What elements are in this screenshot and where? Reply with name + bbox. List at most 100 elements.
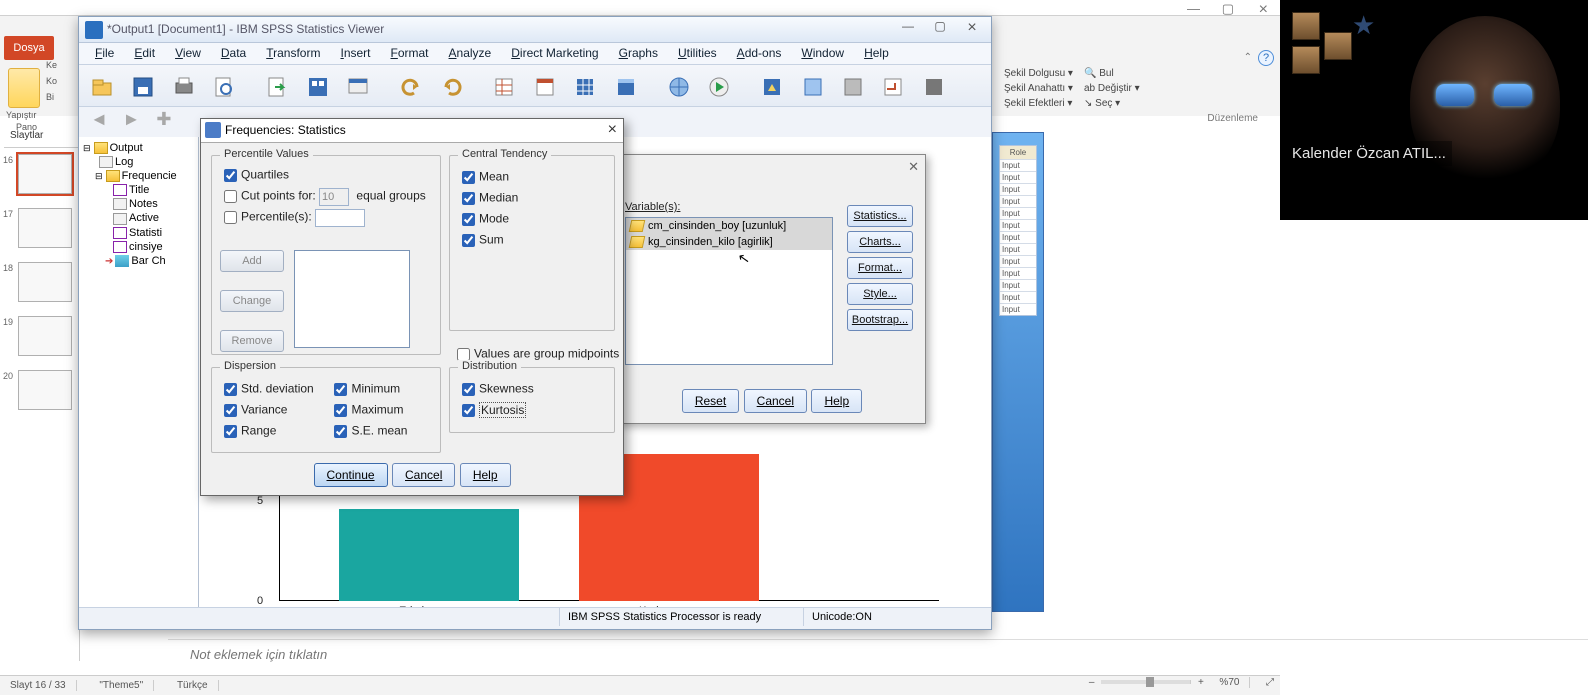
select-cases-icon[interactable] [608, 69, 642, 103]
slide-thumbnails[interactable]: 16 17 18 19 20 [0, 148, 80, 661]
preview-icon[interactable] [206, 69, 240, 103]
tree-item[interactable]: Frequencie [122, 170, 177, 182]
menu-insert[interactable]: Insert [330, 43, 380, 63]
variable-row[interactable]: cm_cinsinden_boy [uzunluk] [626, 218, 832, 234]
spss-toolbar[interactable] [79, 65, 991, 107]
value-labels-icon[interactable] [835, 69, 869, 103]
spss-minimize-button[interactable]: — [893, 19, 923, 39]
nav-fwd-icon[interactable]: ► [117, 109, 145, 135]
replace-button[interactable]: ab Değiştir ▾ [1084, 83, 1140, 94]
tree-item[interactable]: Log [115, 156, 133, 168]
help-button[interactable]: Help [811, 389, 862, 413]
mode-checkbox[interactable]: Mode [458, 210, 606, 229]
spss-menubar[interactable]: FileEditViewDataTransformInsertFormatAna… [79, 43, 991, 65]
tree-root[interactable]: Output [110, 142, 143, 154]
tree-item[interactable]: Notes [129, 198, 158, 210]
tree-item[interactable]: cinsiye [129, 241, 163, 253]
mean-checkbox[interactable]: Mean [458, 168, 606, 187]
export-icon[interactable] [259, 69, 293, 103]
cutpoints-checkbox[interactable]: Cut points for: equal groups [220, 187, 440, 206]
ribbon-collapse-icon[interactable]: ⌃ [1244, 52, 1252, 63]
weightcases-icon[interactable] [754, 69, 788, 103]
sum-checkbox[interactable]: Sum [458, 231, 606, 250]
nav-up-icon[interactable]: ✚ [150, 109, 178, 135]
percentile-input[interactable] [315, 209, 365, 227]
redo-icon[interactable] [434, 69, 468, 103]
slide-thumb[interactable]: 18 [18, 262, 72, 302]
skewness-checkbox[interactable]: Skewness [458, 380, 606, 399]
recall-icon[interactable] [300, 69, 334, 103]
run-icon[interactable] [701, 69, 735, 103]
pp-minimize-button[interactable]: — [1187, 1, 1200, 16]
dialog-icon[interactable] [340, 69, 374, 103]
zoom-control[interactable]: – + %70 ⤢ [1089, 673, 1274, 693]
select-button[interactable]: ↘ Seç ▾ [1084, 98, 1120, 109]
menu-add-ons[interactable]: Add-ons [727, 43, 792, 63]
stats-close-button[interactable]: × [608, 121, 617, 139]
freq-close-button[interactable]: ✕ [908, 159, 919, 175]
min-checkbox[interactable]: Minimum [330, 380, 434, 399]
file-tab[interactable]: Dosya [4, 36, 54, 60]
tree-item[interactable]: Bar Ch [131, 255, 165, 267]
spss-outline-tree[interactable]: ⊟ Output Log ⊟ Frequencie Title Notes Ac… [79, 137, 199, 607]
variables-listbox[interactable]: cm_cinsinden_boy [uzunluk] kg_cinsinden_… [625, 217, 833, 365]
kurtosis-checkbox[interactable]: Kurtosis [458, 401, 606, 420]
max-checkbox[interactable]: Maximum [330, 401, 434, 420]
spss-close-button[interactable]: × [957, 19, 987, 39]
goto-case-icon[interactable] [527, 69, 561, 103]
bootstrap-button[interactable]: Bootstrap... [847, 309, 913, 331]
stats-cancel-button[interactable]: Cancel [392, 463, 455, 487]
variable-row[interactable]: kg_cinsinden_kilo [agirlik] [626, 234, 832, 250]
stats-titlebar[interactable]: Frequencies: Statistics × [201, 119, 623, 143]
menu-file[interactable]: File [85, 43, 124, 63]
paste-button[interactable] [8, 68, 40, 108]
style-button[interactable]: Style... [847, 283, 913, 305]
slide-thumb[interactable]: 20 [18, 370, 72, 410]
menu-direct-marketing[interactable]: Direct Marketing [501, 43, 608, 63]
print-icon[interactable] [166, 69, 200, 103]
tree-item[interactable]: Active [129, 212, 159, 224]
menu-window[interactable]: Window [791, 43, 854, 63]
slide-thumb[interactable]: 17 [18, 208, 72, 248]
spss-maximize-button[interactable]: ▢ [925, 19, 955, 39]
notes-input[interactable] [188, 646, 588, 663]
percentile-list[interactable] [294, 250, 410, 348]
percentiles-checkbox[interactable]: Percentile(s): [220, 208, 440, 227]
goto-data-icon[interactable] [486, 69, 520, 103]
continue-button[interactable]: Continue [314, 463, 388, 487]
median-checkbox[interactable]: Median [458, 189, 606, 208]
variables-icon[interactable] [567, 69, 601, 103]
notes-pane[interactable] [168, 639, 1588, 673]
change-button[interactable]: Change [220, 290, 284, 312]
globe-icon[interactable] [661, 69, 695, 103]
tree-item[interactable]: Statisti [129, 227, 162, 239]
last-icon[interactable] [916, 69, 950, 103]
designate-icon[interactable] [875, 69, 909, 103]
shape-fill-button[interactable]: Şekil Dolgusu ▾ [1004, 68, 1084, 79]
open-icon[interactable] [85, 69, 119, 103]
save-icon[interactable] [125, 69, 159, 103]
stats-help-button[interactable]: Help [460, 463, 511, 487]
charts-button[interactable]: Charts... [847, 231, 913, 253]
range-checkbox[interactable]: Range [220, 422, 326, 441]
cancel-button[interactable]: Cancel [744, 389, 807, 413]
undo-icon[interactable] [393, 69, 427, 103]
menu-analyze[interactable]: Analyze [439, 43, 502, 63]
nav-back-icon[interactable]: ◄ [85, 109, 113, 135]
menu-graphs[interactable]: Graphs [609, 43, 668, 63]
menu-data[interactable]: Data [211, 43, 256, 63]
quartiles-checkbox[interactable]: Quartiles [220, 166, 440, 185]
se-checkbox[interactable]: S.E. mean [330, 422, 434, 441]
menu-format[interactable]: Format [381, 43, 439, 63]
shape-effects-button[interactable]: Şekil Efektleri ▾ [1004, 98, 1084, 109]
menu-view[interactable]: View [165, 43, 211, 63]
variance-checkbox[interactable]: Variance [220, 401, 326, 420]
help-icon[interactable]: ? [1258, 50, 1274, 66]
find-button[interactable]: 🔍 Bul [1084, 68, 1114, 79]
shape-outline-button[interactable]: Şekil Anahattı ▾ [1004, 83, 1084, 94]
cutpoints-input[interactable] [319, 188, 349, 206]
pp-maximize-button[interactable]: ▢ [1222, 1, 1234, 17]
menu-transform[interactable]: Transform [256, 43, 330, 63]
slide-thumb[interactable]: 16 [18, 154, 72, 194]
split-icon[interactable] [795, 69, 829, 103]
